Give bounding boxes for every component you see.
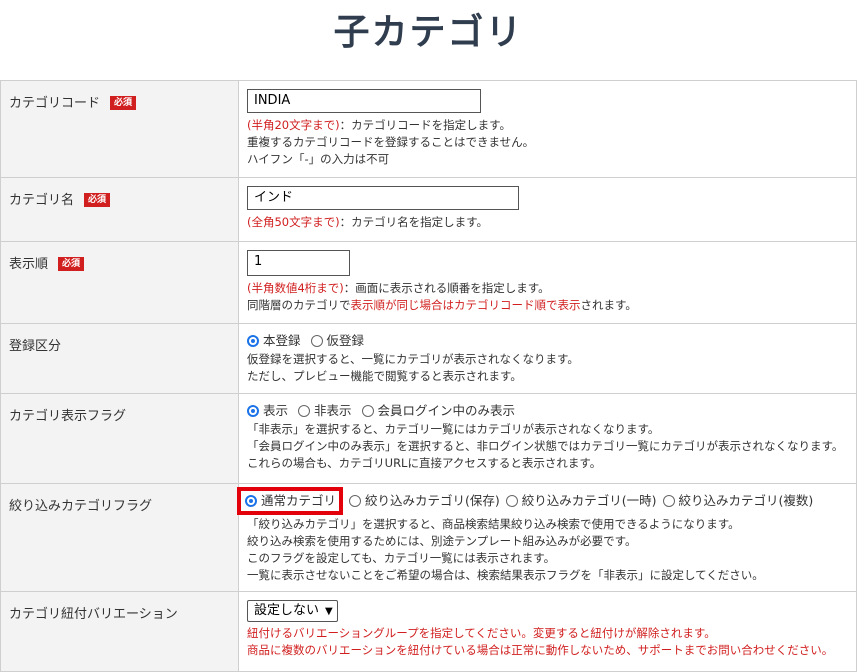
help-text: 絞り込み検索を使用するためには、別途テンプレート組み込みが必要です。 (247, 534, 637, 548)
help-text: 「会員ログイン中のみ表示」を選択すると、非ログイン状態ではカテゴリ一覧にカテゴリ… (247, 439, 844, 453)
registration-type-label: 登録区分 (9, 339, 62, 354)
required-badge: 必須 (110, 96, 137, 110)
radio-unselected-icon (361, 405, 374, 417)
label-cell: 登録区分 (0, 323, 239, 394)
radio-unselected-icon (298, 405, 310, 417)
category-name-label: カテゴリ名 (9, 193, 75, 208)
display-flag-radio-group: 表示 非表示 会員ログイン中のみ表示 (247, 402, 852, 420)
value-cell: 設定しない ▼ 紐付けるバリエーショングループを指定してください。変更すると紐付け… (238, 591, 857, 672)
label-cell: カテゴリコード 必須 (0, 80, 239, 178)
value-cell: INDIA (半角20文字まで)：カテゴリコードを指定します。 重複するカテゴリ… (238, 80, 857, 178)
category-form: カテゴリコード 必須 INDIA (半角20文字まで)：カテゴリコードを指定します… (0, 80, 857, 672)
radio-filter-multiple[interactable]: 絞り込みカテゴリ(複数) (662, 493, 813, 508)
value-cell: インド (全角50文字まで)：カテゴリ名を指定します。 (238, 177, 857, 242)
row-display-order: 表示順 必須 1 (半角数値4桁まで)：画面に表示される順番を指定します。 同階層… (0, 241, 857, 324)
help-text: ハイフン「-」の入力は不可 (247, 152, 390, 166)
row-registration-type: 登録区分 本登録 仮登録 仮登録を選択すると、一覧にカテゴリが表示されなくなりま… (0, 323, 857, 394)
radio-members-only[interactable]: 会員ログイン中のみ表示 (361, 403, 515, 418)
help-text: このフラグを設定しても、カテゴリ一覧には表示されます。 (247, 551, 556, 565)
radio-selected-icon (247, 335, 259, 347)
required-badge: 必須 (58, 257, 85, 271)
category-code-input[interactable]: INDIA (247, 89, 481, 113)
label-cell: カテゴリ名 必須 (0, 177, 239, 242)
help-text: 同階層のカテゴリで表示順が同じ場合はカテゴリコード順で表示されます。 (247, 298, 637, 312)
warning-text: 商品に複数のバリエーションを紐付けている場合は正常に動作しないため、サポートまで… (247, 643, 834, 657)
label-cell: 表示順 必須 (0, 241, 239, 324)
help-text: 一覧に表示させないことをご希望の場合は、検索結果表示フラグを「非表示」に設定して… (247, 568, 764, 582)
display-order-input[interactable]: 1 (247, 250, 350, 276)
radio-unselected-icon (662, 495, 675, 507)
help-text: これらの場合も、カテゴリURLに直接アクセスすると表示されます。 (247, 456, 602, 470)
radio-unselected-icon (505, 495, 518, 507)
value-cell: 本登録 仮登録 仮登録を選択すると、一覧にカテゴリが表示されなくなります。 ただ… (238, 323, 857, 394)
row-category-name: カテゴリ名 必須 インド (全角50文字まで)：カテゴリ名を指定します。 (0, 177, 857, 242)
label-cell: カテゴリ表示フラグ (0, 393, 239, 484)
help-text: (半角数値4桁まで)：画面に表示される順番を指定します。 (247, 281, 550, 295)
filter-flag-radio-group: 通常カテゴリ 絞り込みカテゴリ(保存) 絞り込みカテゴリ(一時) 絞り込みカテゴリ(複… (237, 487, 852, 515)
row-display-flag: カテゴリ表示フラグ 表示 非表示 会員ログイン中のみ表示 「非表示」を選択すると… (0, 393, 857, 484)
radio-hidden[interactable]: 非表示 (298, 403, 352, 418)
help-text: ただし、プレビュー機能で閲覧すると表示されます。 (247, 369, 522, 383)
help-text: 仮登録を選択すると、一覧にカテゴリが表示されなくなります。 (247, 352, 579, 366)
display-flag-label: カテゴリ表示フラグ (9, 409, 127, 424)
radio-unselected-icon (310, 335, 323, 347)
category-variation-label: カテゴリ紐付バリエーション (9, 607, 178, 622)
radio-filter-saved[interactable]: 絞り込みカテゴリ(保存) (349, 493, 500, 508)
radio-normal-category[interactable]: 通常カテゴリ (237, 487, 344, 515)
required-badge: 必須 (84, 193, 111, 207)
radio-selected-icon (247, 405, 259, 417)
label-cell: 絞り込みカテゴリフラグ (0, 483, 239, 592)
variation-select[interactable]: 設定しない ▼ (247, 600, 338, 622)
value-cell: 通常カテゴリ 絞り込みカテゴリ(保存) 絞り込みカテゴリ(一時) 絞り込みカテゴリ(複… (237, 483, 857, 592)
radio-display[interactable]: 表示 (247, 403, 288, 418)
value-cell: 1 (半角数値4桁まで)：画面に表示される順番を指定します。 同階層のカテゴリで… (238, 241, 857, 324)
category-name-input[interactable]: インド (247, 186, 519, 210)
filter-flag-label: 絞り込みカテゴリフラグ (9, 499, 153, 514)
help-text: (全角50文字まで)：カテゴリ名を指定します。 (247, 215, 488, 229)
value-cell: 表示 非表示 会員ログイン中のみ表示 「非表示」を選択すると、カテゴリ一覧にはカ… (238, 393, 857, 484)
radio-temp-registration[interactable]: 仮登録 (310, 333, 364, 348)
warning-text: 紐付けるバリエーショングループを指定してください。変更すると紐付けが解除されます… (247, 626, 716, 640)
chevron-down-icon: ▼ (325, 606, 333, 617)
row-category-code: カテゴリコード 必須 INDIA (半角20文字まで)：カテゴリコードを指定します… (0, 80, 857, 178)
display-order-label: 表示順 (9, 257, 49, 272)
radio-selected-icon (245, 495, 257, 507)
page-title: 子カテゴリ (333, 12, 524, 53)
radio-main-registration[interactable]: 本登録 (247, 333, 301, 348)
help-text: 「絞り込みカテゴリ」を選択すると、商品検索結果絞り込み検索で使用できるようになり… (247, 517, 740, 531)
label-cell: カテゴリ紐付バリエーション (0, 591, 239, 672)
row-category-variation: カテゴリ紐付バリエーション 設定しない ▼ 紐付けるバリエーショングループを指定し… (0, 591, 857, 672)
help-text: 重複するカテゴリコードを登録することはできません。 (247, 135, 535, 149)
radio-filter-temp[interactable]: 絞り込みカテゴリ(一時) (505, 493, 657, 508)
help-text: (半角20文字まで)：カテゴリコードを指定します。 (247, 118, 511, 132)
help-text: 「非表示」を選択すると、カテゴリ一覧にはカテゴリが表示されなくなります。 (247, 422, 660, 436)
row-filter-flag: 絞り込みカテゴリフラグ 通常カテゴリ 絞り込みカテゴリ(保存) 絞り込みカテゴリ(一… (0, 483, 857, 592)
registration-radio-group: 本登録 仮登録 (247, 332, 852, 350)
radio-unselected-icon (349, 495, 362, 507)
category-code-label: カテゴリコード (9, 96, 101, 111)
